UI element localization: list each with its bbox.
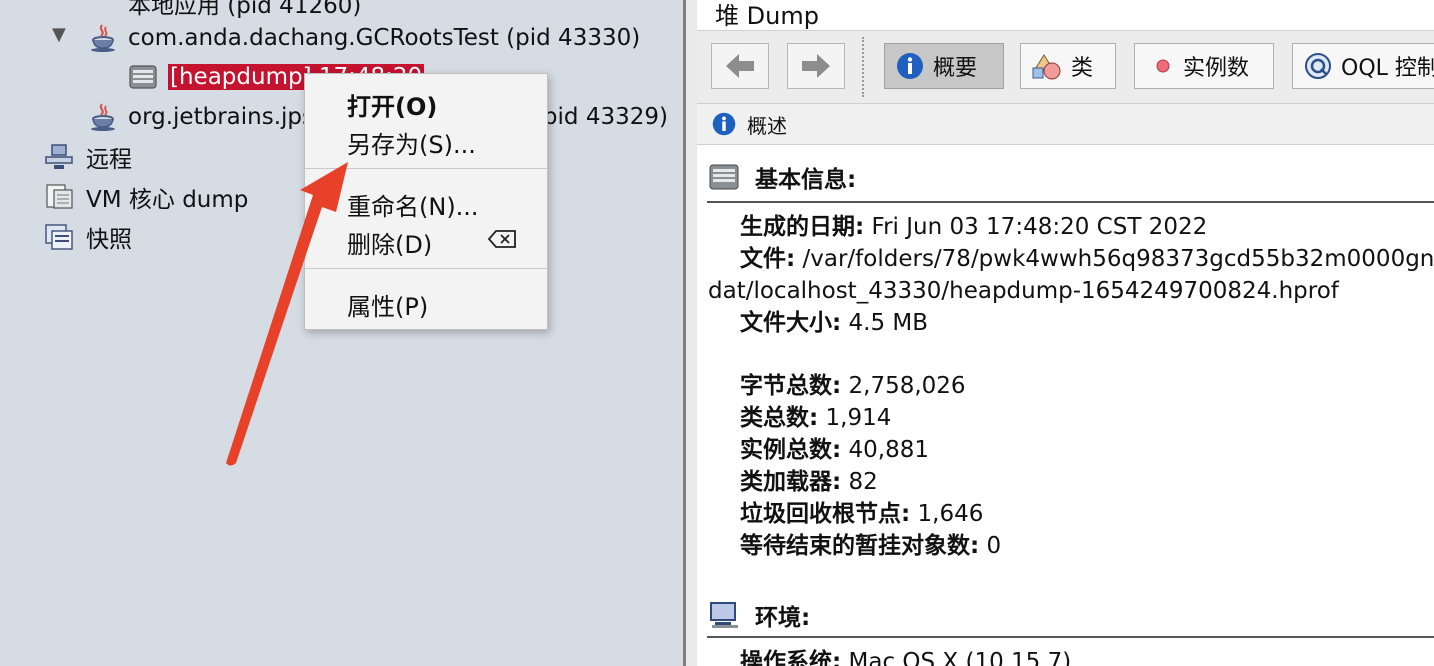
heapdump-icon (129, 65, 157, 89)
info-label: 文件大小: (740, 310, 842, 336)
info-file: 文件: /var/folders/78/pwk4wwh56q98373gcd55… (740, 243, 1434, 275)
info-value: 2,758,026 (841, 373, 966, 399)
info-gc-roots: 垃圾回收根节点: 1,646 (740, 498, 983, 530)
toolbar: 概要 类 实例数 OQL 控制台 (697, 30, 1434, 104)
instances-view-button[interactable]: 实例数 (1134, 43, 1274, 89)
arrow-left-icon (726, 54, 754, 78)
delete-key-icon (487, 230, 516, 248)
info-icon (711, 111, 737, 137)
toolbar-separator (862, 37, 864, 97)
oql-console-button[interactable]: OQL 控制台 (1292, 43, 1434, 89)
basic-info-heading[interactable]: 基本信息: (709, 160, 856, 194)
info-value: 1,914 (818, 405, 892, 431)
info-label: 等待结束的暂挂对象数: (740, 533, 980, 559)
collapse-triangle-icon[interactable]: ▼ (52, 24, 66, 45)
oql-query-icon (1303, 51, 1333, 81)
context-menu: 打开(O) 另存为(S)... 重命名(N)... 删除(D) 属性(P) (304, 73, 548, 330)
info-label: 字节总数: (740, 373, 842, 399)
monitor-icon (709, 601, 739, 629)
section-title: 环境: (755, 605, 811, 631)
java-cup-icon (91, 103, 115, 131)
info-value: Mac OS X (10.15.7) (841, 649, 1072, 666)
summary-label: 概要 (933, 56, 978, 81)
tree-item-snapshots[interactable]: 快照 (44, 220, 134, 254)
classes-label: 类 (1071, 56, 1094, 81)
heap-dump-panel: 堆 Dump 概要 类 实例数 OQL 控制 概述 基本信息: 生成的日期: F… (697, 0, 1434, 666)
tree-item-remote[interactable]: 远程 (44, 140, 134, 174)
info-value: 0 (979, 533, 1002, 559)
summary-view-button[interactable]: 概要 (884, 43, 1004, 89)
forward-button[interactable] (787, 43, 845, 89)
panel-title: 堆 Dump (715, 2, 819, 30)
menu-separator (305, 168, 547, 169)
menu-item-save-as[interactable]: 另存为(S)... (347, 125, 476, 160)
info-label: 文件: (740, 246, 796, 272)
tree-item-label: com.anda.dachang.GCRootsTest (pid 43330) (128, 25, 641, 51)
info-label: 垃圾回收根节点: (740, 501, 911, 527)
java-cup-icon (91, 24, 115, 52)
tree-item-local-apps[interactable]: 本地应用 (pid 41260) (126, 0, 363, 20)
info-label: 类加载器: (740, 469, 842, 495)
menu-item-rename[interactable]: 重命名(N)... (347, 187, 479, 222)
arrow-right-icon (802, 54, 830, 78)
instances-label: 实例数 (1183, 56, 1250, 81)
menu-separator (305, 268, 547, 269)
info-value: 1,646 (910, 501, 984, 527)
remote-host-icon (45, 144, 73, 169)
info-file-continued: dat/localhost_43330/heapdump-16542497008… (708, 278, 1339, 304)
overview-label: 概述 (747, 113, 787, 138)
info-classloaders: 类加载器: 82 (740, 466, 878, 498)
instance-dot-icon (1155, 58, 1171, 74)
snapshot-icon (45, 224, 73, 250)
applications-tree: 本地应用 (pid 41260) ▼ com.anda.dachang.GCRo… (0, 0, 683, 666)
info-os: 操作系统: Mac OS X (10.15.7) (740, 646, 1071, 666)
tree-item-label: 快照 (86, 227, 132, 253)
section-divider (707, 201, 1434, 203)
info-label: 操作系统: (740, 649, 842, 666)
classes-icon (1031, 51, 1063, 81)
menu-item-open[interactable]: 打开(O) (347, 87, 437, 122)
classes-view-button[interactable]: 类 (1020, 43, 1116, 89)
back-button[interactable] (711, 43, 769, 89)
info-total-instances: 实例总数: 40,881 (740, 434, 929, 466)
menu-item-delete[interactable]: 删除(D) (347, 225, 432, 260)
menu-item-properties[interactable]: 属性(P) (347, 287, 428, 322)
section-divider (707, 636, 1434, 638)
info-value: 82 (841, 469, 878, 495)
overview-subheader: 概述 (697, 104, 1434, 145)
info-value: Fri Jun 03 17:48:20 CST 2022 (864, 214, 1208, 240)
info-label: 生成的日期: (740, 214, 865, 240)
info-date: 生成的日期: Fri Jun 03 17:48:20 CST 2022 (740, 211, 1207, 243)
info-value: 4.5 MB (841, 310, 929, 336)
environment-heading[interactable]: 环境: (709, 598, 810, 632)
info-label: 实例总数: (740, 437, 842, 463)
tree-item-label: VM 核心 dump (86, 187, 249, 213)
info-pending-finalization: 等待结束的暂挂对象数: 0 (740, 530, 1001, 562)
hard-drive-icon (709, 163, 739, 191)
split-pane-divider[interactable] (683, 0, 697, 666)
section-title: 基本信息: (755, 167, 857, 193)
info-value: 40,881 (841, 437, 930, 463)
info-total-bytes: 字节总数: 2,758,026 (740, 370, 966, 402)
info-value: /var/folders/78/pwk4wwh56q98373gcd55b32m… (802, 246, 1434, 272)
tree-item-label: 远程 (86, 147, 132, 173)
tree-item-vm-core-dump[interactable]: VM 核心 dump (44, 180, 250, 214)
tree-item-label: 本地应用 (pid 41260) (128, 0, 362, 19)
oql-label: OQL 控制台 (1341, 56, 1434, 81)
info-icon (895, 51, 925, 81)
info-total-classes: 类总数: 1,914 (740, 402, 891, 434)
core-dump-icon (46, 184, 73, 209)
info-label: 类总数: (740, 405, 819, 431)
tree-item-gcroots-app[interactable]: com.anda.dachang.GCRootsTest (pid 43330) (88, 21, 642, 55)
info-file-size: 文件大小: 4.5 MB (740, 307, 928, 339)
